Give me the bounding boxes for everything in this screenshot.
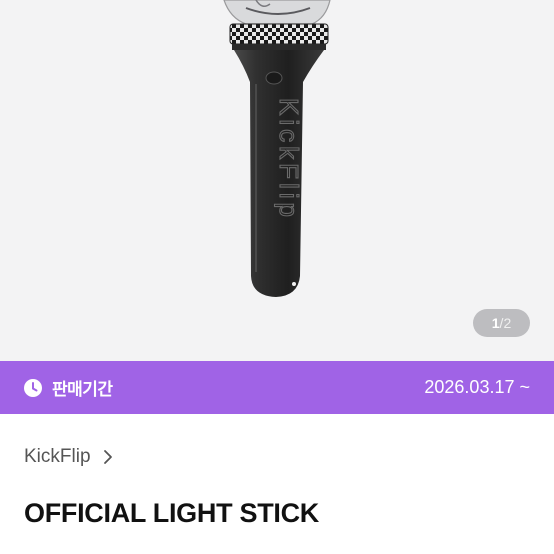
svg-text:KickFlip: KickFlip [274, 98, 304, 221]
product-image-gallery[interactable]: KickFlip 1 / 2 [0, 0, 554, 361]
pager-total: 2 [503, 315, 512, 331]
product-image: KickFlip [223, 0, 331, 297]
product-title: OFFICIAL LIGHT STICK [24, 498, 319, 528]
sale-period-label: 판매기간 [52, 380, 113, 400]
clock-icon [24, 378, 42, 397]
chevron-right-icon [103, 450, 112, 464]
pager-current: 1 [491, 315, 500, 331]
brand-name: KickFlip [24, 446, 91, 467]
image-pager: 1 / 2 [473, 309, 530, 337]
sale-period-date: 2026.03.17 ~ [424, 377, 530, 397]
brand-link[interactable]: KickFlip [24, 446, 114, 468]
sale-period-bar: 판매기간 2026.03.17 ~ [0, 361, 554, 414]
